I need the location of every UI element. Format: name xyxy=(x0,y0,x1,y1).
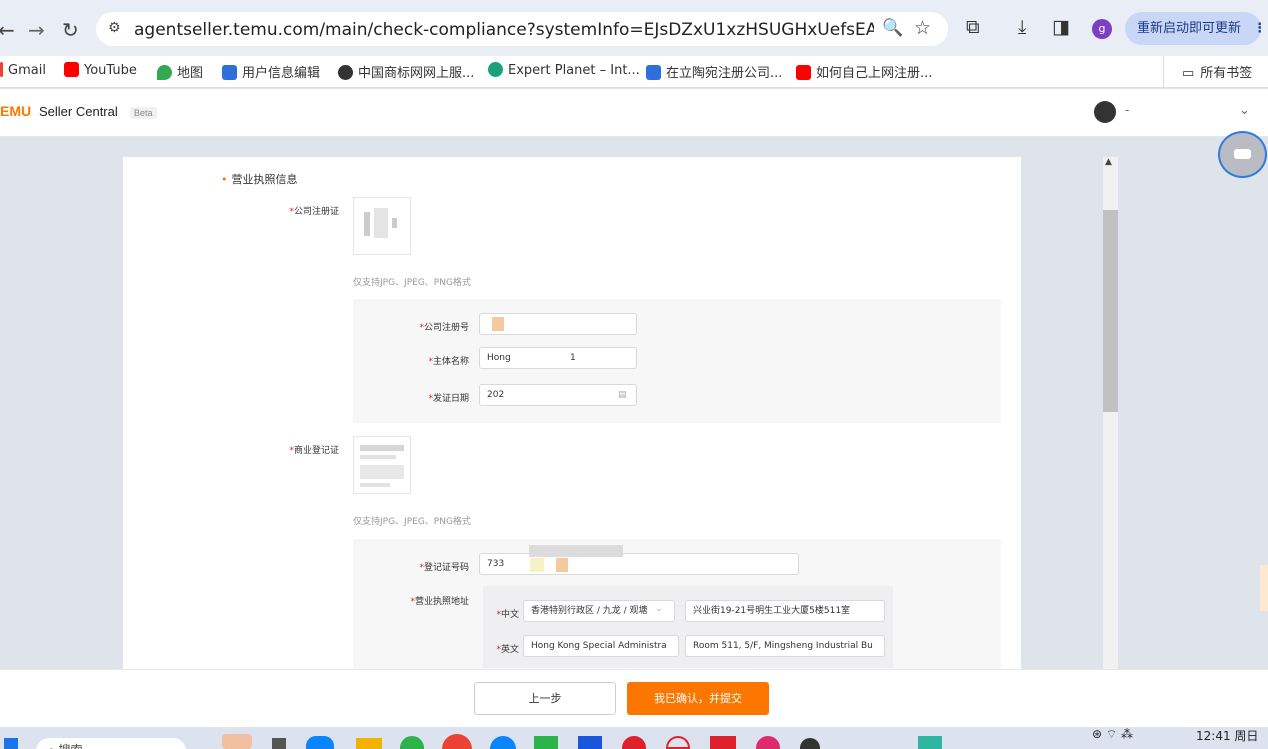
doc-icon xyxy=(222,65,237,80)
extensions-icon[interactable]: ⧉ xyxy=(966,16,980,38)
cn-address-label: *中文 xyxy=(496,610,519,620)
issue-date-label: *发证日期 xyxy=(428,394,469,404)
update-button[interactable]: 重新启动即可更新 ⋮ xyxy=(1125,12,1266,45)
bookmark-maps[interactable]: 地图 xyxy=(157,62,203,81)
tray-icons: ⊛ ⌔ ⁂ xyxy=(1092,727,1133,741)
calendar-icon: ▤ xyxy=(618,390,627,400)
taskbar-app-icon[interactable] xyxy=(222,734,252,749)
app-name: Seller Central xyxy=(39,104,118,119)
globe-icon xyxy=(338,65,353,80)
file-explorer-icon[interactable] xyxy=(356,738,382,749)
bookmark-youtube[interactable]: YouTube xyxy=(64,62,137,78)
scroll-up-icon[interactable]: ▲ xyxy=(1105,157,1112,167)
issue-date-picker[interactable]: 202 ▤ xyxy=(479,384,637,406)
all-bookmarks[interactable]: ▭ 所有书签 xyxy=(1182,62,1252,81)
section-title: • 营业执照信息 xyxy=(221,173,298,186)
confirm-submit-button[interactable]: 我已确认，并提交 xyxy=(627,682,769,715)
entity-name-input[interactable]: Hong 1 xyxy=(479,347,637,369)
side-tab[interactable] xyxy=(1260,565,1268,611)
address-label: *营业执照地址 xyxy=(410,597,469,607)
address-group: *中文 香港特别行政区 / 九龙 / 观塘 ⌄ 兴业街19-21号明生工业大厦5… xyxy=(483,586,893,668)
app-green-icon[interactable] xyxy=(534,736,558,749)
reload-icon[interactable]: ↻ xyxy=(62,18,79,42)
download-icon[interactable]: ⤓ xyxy=(1018,16,1026,38)
menu-icon: ⋮ xyxy=(1253,21,1267,36)
address-bar[interactable]: ⚙ agentseller.temu.com/main/check-compli… xyxy=(96,12,948,46)
star-icon[interactable]: ☆ xyxy=(914,17,931,39)
previous-step-button[interactable]: 上一步 xyxy=(474,682,616,715)
youtube-icon xyxy=(796,65,811,80)
company-cert-thumbnail[interactable] xyxy=(353,197,411,255)
sidepanel-icon[interactable]: ◨ xyxy=(1052,16,1070,38)
chevron-down-icon[interactable]: ⌄ xyxy=(1239,103,1250,118)
en-street-input[interactable]: Room 511, 5/F, Mingsheng Industrial Bu xyxy=(685,635,885,657)
company-cert-label: *公司注册证 xyxy=(289,207,339,217)
en-region-input[interactable]: Hong Kong Special Administra xyxy=(523,635,679,657)
taskbar-search[interactable]: ⌕ 搜索 xyxy=(36,738,186,749)
map-pin-icon xyxy=(157,65,172,80)
cn-region-select[interactable]: 香港特别行政区 / 九龙 / 观塘 xyxy=(523,600,675,622)
app-header: EMU Seller Central Beta - ⌄ xyxy=(0,89,1268,137)
tray-app-icon[interactable] xyxy=(918,736,942,749)
cert-no-label: *登记证号码 xyxy=(419,563,469,573)
bookmarks-bar: Gmail YouTube 地图 用户信息编辑 中国商标网网上服... Expe… xyxy=(0,56,1268,88)
entity-name-label: *主体名称 xyxy=(428,357,469,367)
forward-icon[interactable]: → xyxy=(28,18,45,42)
bookmark-trademark[interactable]: 中国商标网网上服... xyxy=(338,62,474,81)
business-cert-details: *登记证号码 733 *营业执照地址 *中文 香港特别行政区 / 九龙 / 观塘… xyxy=(353,539,1001,669)
format-hint: 仅支持JPG、JPEG、PNG格式 xyxy=(353,517,471,527)
update-label: 重新启动即可更新 xyxy=(1137,21,1242,36)
profile-avatar[interactable]: g xyxy=(1092,19,1112,39)
user-avatar[interactable] xyxy=(1094,101,1116,123)
folder-icon: ▭ xyxy=(1182,66,1195,81)
bookmark-site-icon xyxy=(646,65,661,80)
bookmark-user-info[interactable]: 用户信息编辑 xyxy=(222,62,320,81)
expert-planet-icon xyxy=(488,62,503,77)
chevron-down-icon: ⌄ xyxy=(655,604,663,614)
back-icon[interactable]: ← xyxy=(0,18,15,42)
bookmark-expert-planet[interactable]: Expert Planet – Int... xyxy=(488,62,640,78)
windows-start-icon[interactable] xyxy=(4,738,18,749)
reg-no-input[interactable] xyxy=(479,313,637,335)
user-name: - xyxy=(1125,103,1130,117)
redaction-block xyxy=(529,545,623,557)
taskview-icon[interactable] xyxy=(272,738,286,749)
search-icon: ⌕ xyxy=(48,743,59,749)
browser-toolbar: ← → ↻ ⚙ agentseller.temu.com/main/check-… xyxy=(0,0,1268,56)
bookmark-register[interactable]: 如何自己上网注册... xyxy=(796,62,932,81)
bookmarks-divider xyxy=(1163,56,1164,88)
cn-street-input[interactable]: 兴业街19-21号明生工业大厦5楼511室 xyxy=(685,600,885,622)
temu-logo[interactable]: EMU xyxy=(0,103,31,119)
format-hint: 仅支持JPG、JPEG、PNG格式 xyxy=(353,278,471,288)
bookmark-gmail[interactable]: Gmail xyxy=(0,62,46,78)
cert-no-input[interactable]: 733 xyxy=(479,553,799,575)
site-info-icon[interactable]: ⚙ xyxy=(108,20,121,36)
app-blue-icon[interactable] xyxy=(578,736,602,749)
edge-icon[interactable] xyxy=(306,736,334,749)
youtube-icon xyxy=(64,62,79,77)
company-cert-details: *公司注册号 *主体名称 Hong 1 *发证日期 202 ▤ xyxy=(353,299,1001,423)
assistant-robot-icon[interactable] xyxy=(1218,131,1267,178)
business-cert-label: *商业登记证 xyxy=(289,446,339,456)
reg-no-label: *公司注册号 xyxy=(419,323,469,333)
gmail-icon xyxy=(0,62,3,77)
en-address-label: *英文 xyxy=(496,645,519,655)
scrollbar-thumb[interactable] xyxy=(1103,210,1118,412)
clock: 12:41 周日 xyxy=(1196,729,1259,743)
wps-icon[interactable] xyxy=(710,736,736,749)
bookmark-lithuania[interactable]: 在立陶宛注册公司... xyxy=(646,62,782,81)
compliance-form: • 营业执照信息 *公司注册证 仅支持JPG、JPEG、PNG格式 *公司注册号 … xyxy=(123,157,1021,669)
business-cert-thumbnail[interactable] xyxy=(353,436,411,494)
url-text: agentseller.temu.com/main/check-complian… xyxy=(134,20,874,40)
zoom-icon[interactable]: 🔍 xyxy=(882,18,903,38)
beta-badge: Beta xyxy=(130,107,157,119)
